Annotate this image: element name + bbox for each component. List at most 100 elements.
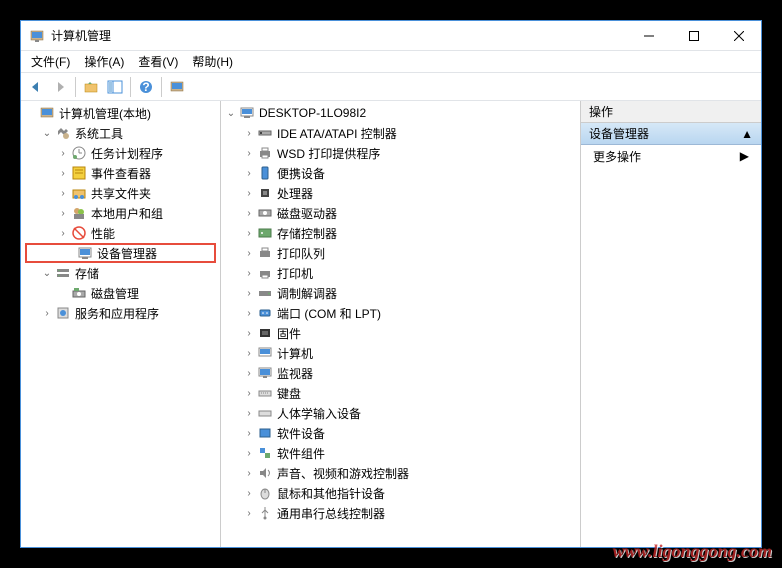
- device-wsd[interactable]: › WSD 打印提供程序: [221, 143, 580, 163]
- expand-icon[interactable]: ›: [241, 245, 257, 261]
- back-button[interactable]: [25, 76, 47, 98]
- expand-icon[interactable]: ›: [241, 445, 257, 461]
- expand-icon[interactable]: ›: [241, 205, 257, 221]
- close-button[interactable]: [716, 21, 761, 50]
- expand-icon[interactable]: ›: [241, 425, 257, 441]
- maximize-button[interactable]: [671, 21, 716, 50]
- expand-icon[interactable]: ›: [39, 305, 55, 321]
- action-selected-item[interactable]: 设备管理器 ▲: [581, 123, 761, 145]
- portable-icon: [257, 165, 273, 181]
- expand-icon[interactable]: ›: [241, 485, 257, 501]
- menu-action[interactable]: 操作(A): [78, 51, 130, 72]
- tree-label: 存储: [75, 265, 99, 282]
- minimize-button[interactable]: [626, 21, 671, 50]
- device-portable[interactable]: ›便携设备: [221, 163, 580, 183]
- action-more[interactable]: 更多操作 ▶: [581, 145, 761, 167]
- port-icon: [257, 305, 273, 321]
- menu-help[interactable]: 帮助(H): [186, 51, 239, 72]
- show-hide-tree-button[interactable]: [104, 76, 126, 98]
- device-manager-icon: [77, 245, 93, 261]
- device-modems[interactable]: ›调制解调器: [221, 283, 580, 303]
- disk-icon: [257, 205, 273, 221]
- expand-icon[interactable]: ›: [241, 185, 257, 201]
- tree-label: WSD 打印提供程序: [277, 145, 380, 162]
- expand-icon[interactable]: ›: [241, 125, 257, 141]
- tree-storage[interactable]: ⌄ 存储: [21, 263, 220, 283]
- expand-icon[interactable]: ›: [241, 145, 257, 161]
- device-usb[interactable]: ›通用串行总线控制器: [221, 503, 580, 523]
- left-tree-panel[interactable]: 计算机管理(本地) ⌄ 系统工具 › 任务计划程序 › 事件查看器 › 共享文件…: [21, 101, 221, 547]
- tree-system-tools[interactable]: ⌄ 系统工具: [21, 123, 220, 143]
- device-ports[interactable]: ›端口 (COM 和 LPT): [221, 303, 580, 323]
- tree-disk-mgmt[interactable]: 磁盘管理: [21, 283, 220, 303]
- expand-icon[interactable]: ›: [241, 225, 257, 241]
- device-ide-atapi[interactable]: ›IDE ATA/ATAPI 控制器: [221, 123, 580, 143]
- up-button[interactable]: [80, 76, 102, 98]
- tree-computer-mgmt[interactable]: 计算机管理(本地): [21, 103, 220, 123]
- device-storage-controllers[interactable]: ›存储控制器: [221, 223, 580, 243]
- collapse-icon[interactable]: ⌄: [39, 265, 55, 281]
- forward-button[interactable]: [49, 76, 71, 98]
- tree-device-manager[interactable]: 设备管理器: [25, 243, 216, 263]
- tree-label: 处理器: [277, 185, 313, 202]
- watermark-text: www.ligonggong.com: [613, 541, 772, 562]
- tree-label: 服务和应用程序: [75, 305, 159, 322]
- expand-icon[interactable]: ›: [55, 145, 71, 161]
- computer-mgmt-icon: [39, 105, 55, 121]
- tree-services-apps[interactable]: › 服务和应用程序: [21, 303, 220, 323]
- keyboard-icon: [257, 385, 273, 401]
- tree-label: 监视器: [277, 365, 313, 382]
- expand-icon[interactable]: ›: [241, 325, 257, 341]
- device-software-devices[interactable]: ›软件设备: [221, 423, 580, 443]
- ide-icon: [257, 125, 273, 141]
- expand-icon[interactable]: ›: [241, 345, 257, 361]
- device-software-components[interactable]: ›软件组件: [221, 443, 580, 463]
- device-printers[interactable]: ›打印机: [221, 263, 580, 283]
- tree-local-users[interactable]: › 本地用户和组: [21, 203, 220, 223]
- menu-view[interactable]: 查看(V): [132, 51, 184, 72]
- expand-icon[interactable]: ›: [241, 505, 257, 521]
- device-monitors[interactable]: › 监视器: [221, 363, 580, 383]
- device-hid[interactable]: ›人体学输入设备: [221, 403, 580, 423]
- tree-label: 磁盘驱动器: [277, 205, 337, 222]
- collapse-icon[interactable]: ⌄: [223, 105, 239, 121]
- tree-label: 计算机管理(本地): [59, 105, 151, 122]
- collapse-icon[interactable]: [23, 105, 39, 121]
- collapse-icon[interactable]: ⌄: [39, 125, 55, 141]
- device-firmware[interactable]: ›固件: [221, 323, 580, 343]
- tree-label: 计算机: [277, 345, 313, 362]
- properties-button[interactable]: [166, 76, 188, 98]
- device-keyboards[interactable]: ›键盘: [221, 383, 580, 403]
- device-processors[interactable]: › 处理器: [221, 183, 580, 203]
- tree-performance[interactable]: › 性能: [21, 223, 220, 243]
- expand-icon[interactable]: ›: [241, 285, 257, 301]
- device-root[interactable]: ⌄ DESKTOP-1LO98I2: [221, 103, 580, 123]
- device-tree-panel[interactable]: ⌄ DESKTOP-1LO98I2 ›IDE ATA/ATAPI 控制器 › WS…: [221, 101, 581, 547]
- device-sound-video[interactable]: ›声音、视频和游戏控制器: [221, 463, 580, 483]
- expand-icon[interactable]: ›: [241, 165, 257, 181]
- expand-icon[interactable]: ›: [55, 165, 71, 181]
- expand-icon[interactable]: ›: [241, 465, 257, 481]
- expand-icon[interactable]: ›: [241, 265, 257, 281]
- tree-event-viewer[interactable]: › 事件查看器: [21, 163, 220, 183]
- device-disk-drives[interactable]: › 磁盘驱动器: [221, 203, 580, 223]
- computer-icon: [257, 345, 273, 361]
- tree-shared-folders[interactable]: › 共享文件夹: [21, 183, 220, 203]
- help-button[interactable]: ?: [135, 76, 157, 98]
- app-window: 计算机管理 文件(F) 操作(A) 查看(V) 帮助(H) ? 计算机管: [20, 20, 762, 548]
- expand-icon[interactable]: ›: [55, 185, 71, 201]
- menu-file[interactable]: 文件(F): [25, 51, 76, 72]
- tree-task-scheduler[interactable]: › 任务计划程序: [21, 143, 220, 163]
- expand-icon[interactable]: ›: [241, 385, 257, 401]
- expand-icon[interactable]: ›: [241, 365, 257, 381]
- device-mice[interactable]: ›鼠标和其他指针设备: [221, 483, 580, 503]
- expand-icon[interactable]: ›: [241, 405, 257, 421]
- storage-ctrl-icon: [257, 225, 273, 241]
- expand-icon[interactable]: ›: [55, 205, 71, 221]
- device-computer[interactable]: › 计算机: [221, 343, 580, 363]
- tree-label: 设备管理器: [97, 245, 157, 262]
- device-print-queues[interactable]: ›打印队列: [221, 243, 580, 263]
- expand-icon[interactable]: ›: [241, 305, 257, 321]
- services-icon: [55, 305, 71, 321]
- expand-icon[interactable]: ›: [55, 225, 71, 241]
